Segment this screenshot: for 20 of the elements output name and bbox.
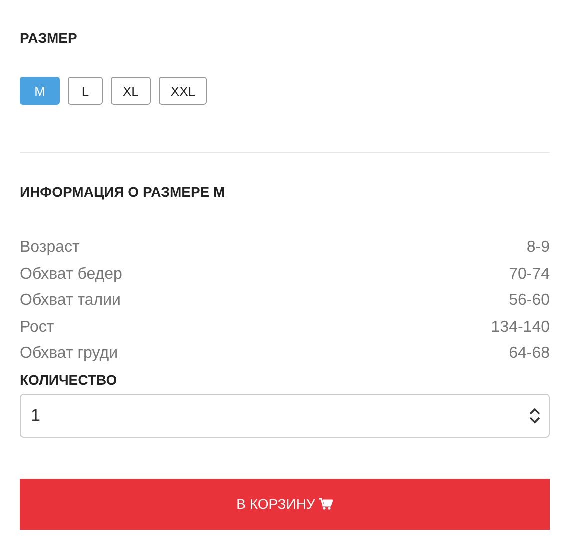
size-option[interactable]: XXL bbox=[158, 77, 208, 105]
cart-icon bbox=[319, 498, 334, 510]
size-option[interactable]: XL bbox=[111, 77, 151, 105]
size-option[interactable]: L bbox=[68, 77, 103, 105]
info-value: 134-140 bbox=[491, 318, 550, 337]
field-label: КОЛИЧЕСТВО bbox=[20, 372, 118, 388]
section-title: ИНФОРМАЦИЯ О РАЗМЕРЕ M bbox=[20, 184, 226, 200]
info-value: 8-9 bbox=[526, 239, 550, 258]
info-value: 56-60 bbox=[509, 292, 550, 310]
info-label: Рост bbox=[20, 318, 54, 337]
info-value: 64-68 bbox=[509, 345, 550, 364]
info-label: Возраст bbox=[20, 239, 80, 258]
info-label: Обхват талии bbox=[20, 292, 121, 310]
section-title: РАЗМЕР bbox=[20, 30, 78, 46]
info-value: 70-74 bbox=[509, 266, 550, 284]
info-label: Обхват груди bbox=[20, 345, 118, 364]
stepper-icon[interactable] bbox=[529, 408, 541, 424]
info-label: Обхват бедер bbox=[20, 266, 122, 284]
add-to-cart-button[interactable]: В КОРЗИНУ bbox=[20, 478, 550, 530]
quantity-field[interactable]: 1 bbox=[20, 394, 550, 438]
